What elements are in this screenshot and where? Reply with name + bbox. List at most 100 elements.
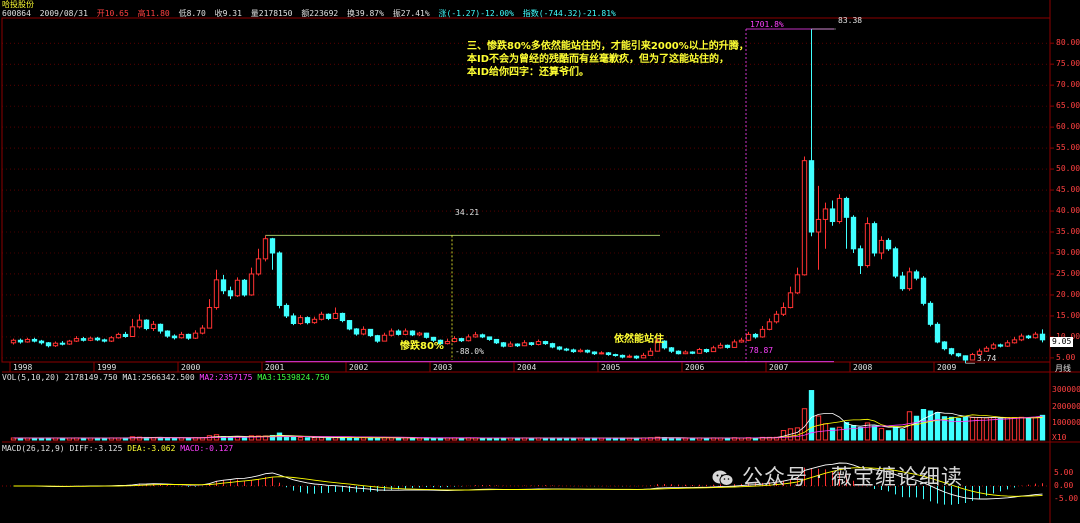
candle-body (626, 355, 633, 358)
candle-body (444, 341, 451, 345)
candle-body (458, 338, 465, 342)
macd-header: MACD(26,12,9) DIFF:-3.125 DEA:-3.062 MAC… (2, 444, 233, 454)
volume-bar (871, 425, 878, 441)
candle-body (507, 343, 514, 347)
drop-pct-label: -88.0% (455, 347, 484, 356)
year-axis: 1998 1999 2000 2001 2002 2003 2004 2005 2006 2007… (0, 363, 1050, 373)
candle-body (682, 351, 689, 355)
macd-axis: 5.00 0.00 -5.00 (1054, 0, 1080, 523)
candle-body (325, 313, 332, 319)
candle-body (171, 335, 178, 339)
volume-bar (304, 437, 311, 441)
candle-body (465, 336, 472, 342)
candle-body (549, 343, 556, 348)
quote-low: 低8.70 (178, 9, 206, 18)
candle-body (367, 328, 374, 337)
drop-label: 惨跌80% (400, 341, 444, 352)
candle-body (962, 355, 969, 361)
volume-bar (1032, 417, 1039, 441)
candle-body (10, 339, 17, 344)
volume-bar (962, 416, 969, 441)
candle-body (1039, 333, 1046, 341)
candle-body (710, 347, 717, 353)
candle-body (150, 323, 157, 330)
stand-label: 依然能站住 (614, 334, 664, 345)
candle-body (262, 238, 269, 260)
vol-ma1: MA1:2566342.500 (122, 373, 195, 382)
candle-body (703, 349, 710, 353)
year-label: 1999 (97, 363, 117, 372)
candle-body (213, 279, 220, 309)
candle-body (241, 279, 248, 296)
candle-body (570, 349, 577, 353)
candle-body (52, 342, 59, 347)
candle-body (493, 338, 500, 344)
candle-body (45, 342, 52, 347)
candle-body (486, 336, 493, 340)
volume-bar (843, 422, 850, 441)
stock-code: 600864 (2, 9, 31, 18)
period-label[interactable]: 月线 (1055, 364, 1071, 374)
volume-bar (311, 437, 318, 441)
candle-body (451, 338, 458, 343)
quote-amount: 额223692 (301, 9, 339, 18)
volume-bar (1025, 418, 1032, 441)
macd-dea: DEA:-3.062 (127, 444, 176, 453)
candle-body (269, 238, 276, 254)
volume-bar (822, 423, 829, 441)
candle-body (206, 307, 213, 329)
candle-body (948, 348, 955, 355)
candle-body (332, 312, 339, 319)
macd-value: MACD:-0.127 (180, 444, 234, 453)
candle-body (290, 315, 297, 324)
vol-ma2: MA2:2357175 (199, 373, 253, 382)
candle-body (122, 333, 129, 338)
candle-body (227, 290, 234, 297)
vol-ma3: MA3:1539824.750 (257, 373, 330, 382)
candle-body (822, 208, 829, 220)
candle-body (1032, 333, 1039, 339)
vol-value: 2178149.750 (64, 373, 118, 382)
volume-bar (528, 437, 535, 441)
volume-bar (857, 426, 864, 441)
volume-bar (1018, 416, 1025, 441)
candle-body (374, 335, 381, 342)
candle-body (850, 216, 857, 250)
candle-body (794, 274, 801, 294)
candle-body (276, 252, 283, 306)
candle-body (633, 355, 640, 359)
candle-body (381, 334, 388, 342)
volume-bar (514, 437, 521, 441)
candle-body (514, 343, 521, 347)
volume-bar (815, 415, 822, 441)
volume-bar (1011, 417, 1018, 441)
candle-body (808, 160, 815, 233)
high2-label: 83.38 (838, 16, 863, 25)
year-label: 2009 (937, 363, 957, 372)
candle-body (129, 326, 136, 338)
year-label: 2004 (517, 363, 537, 372)
quote-amplitude: 振27.41% (392, 9, 430, 18)
volume-bar (899, 428, 906, 441)
macd-tick-label: 5.00 (1054, 467, 1074, 477)
candle-body (689, 351, 696, 354)
candle-body (234, 279, 241, 297)
annotation-line: 三、惨跌80%多依然能站住的，才能引来2000%以上的升腾， (467, 41, 749, 52)
high1-label: 34.21 (455, 208, 480, 217)
candle-body (752, 333, 759, 338)
volume-bar (997, 418, 1004, 441)
quote-index: 指数(-744.32)-21.81% (522, 9, 616, 18)
candle-body (591, 351, 598, 355)
candle-body (220, 279, 227, 292)
year-label: 2003 (433, 363, 453, 372)
candle-body (416, 332, 423, 336)
candle-body (696, 349, 703, 354)
volume-header: VOL(5,10,20) 2178149.750 MA1:2566342.500… (2, 373, 330, 383)
volume-bar (878, 428, 885, 441)
candle-body (73, 338, 80, 342)
candle-body (248, 273, 255, 296)
candle-body (829, 208, 836, 223)
candle-body (647, 350, 654, 356)
candle-body (906, 271, 913, 290)
candle-body (885, 239, 892, 250)
